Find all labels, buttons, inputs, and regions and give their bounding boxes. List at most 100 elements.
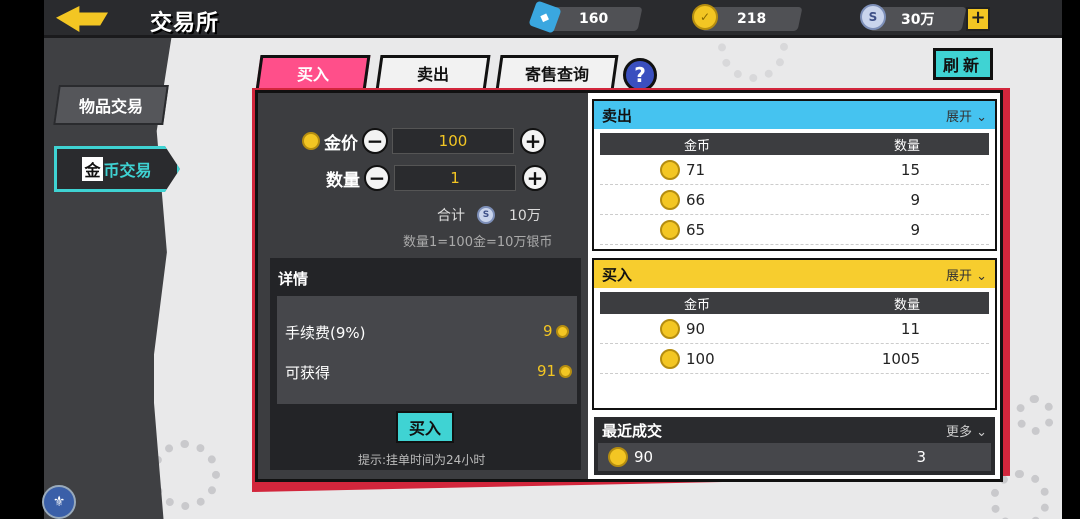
tab-label: 卖出 [416, 65, 449, 84]
table-row[interactable]: 66 9 [600, 185, 989, 215]
price-label: 金价 [324, 133, 358, 154]
gold-coin-icon [555, 324, 569, 338]
sidebar-item-label-rest: 币交易 [103, 161, 152, 180]
right-black-band [1062, 0, 1080, 519]
gold-amount: 218 [737, 11, 767, 27]
fee-value: 9 [543, 322, 553, 340]
silver-coin-icon: S [477, 206, 495, 224]
table-header: 金币 数量 [600, 133, 989, 155]
gain-value-row: 91 [537, 362, 573, 380]
gain-value: 91 [537, 362, 557, 380]
more-button[interactable]: 更多 ⌄ [946, 421, 987, 440]
column-quantity: 数量 [893, 297, 920, 313]
column-quantity: 数量 [893, 138, 920, 154]
chevron-down-icon: ⌄ [976, 424, 987, 440]
price-input[interactable]: 100 [392, 128, 514, 154]
sell-order-book: 卖出 展开 ⌄ 金币 数量 71 15 66 9 65 9 [592, 99, 997, 251]
gold-coin-icon [660, 189, 680, 210]
left-black-band [0, 0, 44, 519]
more-label: 更多 [945, 424, 972, 440]
fee-label: 手续费(9%) [285, 324, 366, 342]
tab-label: 买入 [296, 65, 329, 84]
tab-label: 寄售查询 [524, 65, 589, 84]
table-row[interactable]: 65 9 [600, 215, 989, 245]
help-button[interactable]: ? [623, 58, 657, 92]
recent-trades-title: 最近成交 [602, 421, 663, 440]
tab-consignment-query[interactable]: 寄售查询 [495, 55, 619, 91]
total-label: 合计 [437, 208, 465, 224]
sidebar-item-label: 物品交易 [78, 97, 143, 116]
quantity-input[interactable]: 1 [394, 165, 516, 191]
details-title: 详情 [278, 270, 309, 288]
sidebar-item-label-first: 金 [82, 157, 103, 181]
quantity-decrease-button[interactable]: − [364, 165, 390, 191]
tab-sell[interactable]: 卖出 [375, 55, 491, 91]
recent-trades: 最近成交 更多 ⌄ 90 3 [594, 417, 995, 475]
row-price: 90 [634, 448, 654, 466]
price-row: 金价 − 100 + [302, 128, 546, 154]
row-quantity: 3 [916, 448, 926, 466]
row-quantity: 9 [910, 220, 920, 239]
add-currency-button[interactable]: + [966, 7, 990, 31]
table-header: 金币 数量 [600, 292, 989, 314]
gold-coin-icon [660, 318, 680, 339]
sidebar-item-gold-trade[interactable]: 金币交易 [54, 146, 180, 192]
tip-text: 提示:挂单时间为24小时 [358, 453, 486, 467]
total-line: 合计 S 10万 [437, 205, 541, 225]
rate-hint: 数量1=100金=10万银币 [403, 235, 553, 250]
table-row[interactable]: 100 1005 [600, 344, 989, 374]
details-inner [277, 296, 577, 404]
list-item: 90 3 [598, 443, 991, 471]
row-price: 65 [686, 220, 706, 239]
sidebar-background [44, 0, 154, 519]
gold-coin-icon [608, 447, 628, 467]
expand-button[interactable]: 展开 ⌄ [946, 265, 987, 284]
buy-button[interactable]: 买入 [396, 411, 454, 443]
table-row[interactable]: 71 15 [600, 155, 989, 185]
page-title: 交易所 [150, 11, 220, 36]
row-price: 71 [686, 160, 706, 179]
silver-amount: 30万 [901, 12, 935, 28]
sidebar-item-item-trade[interactable]: 物品交易 [53, 85, 169, 125]
gem-amount: 160 [579, 11, 609, 27]
tab-buy[interactable]: 买入 [255, 55, 371, 91]
refresh-button[interactable]: 刷新 [933, 48, 993, 80]
gold-coin-icon [302, 132, 320, 150]
buy-book-header: 买入 展开 ⌄ [594, 260, 995, 288]
row-price: 100 [686, 349, 715, 368]
price-decrease-button[interactable]: − [362, 128, 388, 154]
table-row[interactable]: 90 11 [600, 314, 989, 344]
gold-coin-icon [660, 348, 680, 369]
quantity-increase-button[interactable]: + [522, 165, 548, 191]
price-increase-button[interactable]: + [520, 128, 546, 154]
expand-label: 展开 [945, 109, 972, 125]
recent-trades-header: 最近成交 更多 ⌄ [594, 417, 995, 443]
expand-button[interactable]: 展开 ⌄ [946, 106, 987, 125]
column-price: 金币 [684, 138, 711, 154]
buy-book-title: 买入 [602, 265, 633, 284]
chevron-down-icon: ⌄ [976, 268, 987, 284]
gold-coin-icon [660, 159, 680, 180]
column-price: 金币 [684, 297, 711, 313]
row-price: 66 [686, 190, 706, 209]
row-quantity: 11 [900, 319, 920, 338]
fee-value-row: 9 [543, 322, 569, 340]
row-quantity: 1005 [881, 349, 920, 368]
gold-coin-icon [660, 219, 680, 240]
chevron-down-icon: ⌄ [976, 109, 987, 125]
silver-coin-icon: S [860, 4, 886, 30]
avatar[interactable]: ⚜ [42, 485, 76, 519]
gold-coin-icon [559, 364, 573, 378]
expand-label: 展开 [945, 268, 972, 284]
gear-decoration-icon [1015, 395, 1055, 435]
row-price: 90 [686, 319, 706, 338]
row-quantity: 15 [900, 160, 920, 179]
quantity-row: 数量 − 1 + [326, 165, 548, 191]
sell-book-header: 卖出 展开 ⌄ [594, 101, 995, 129]
buy-order-book: 买入 展开 ⌄ 金币 数量 90 11 100 1005 [592, 258, 997, 410]
gain-label: 可获得 [285, 364, 331, 382]
quantity-label: 数量 [326, 170, 360, 191]
gold-coin-icon: ✓ [692, 4, 718, 30]
total-value: 10万 [509, 208, 541, 224]
sell-book-title: 卖出 [602, 106, 633, 125]
